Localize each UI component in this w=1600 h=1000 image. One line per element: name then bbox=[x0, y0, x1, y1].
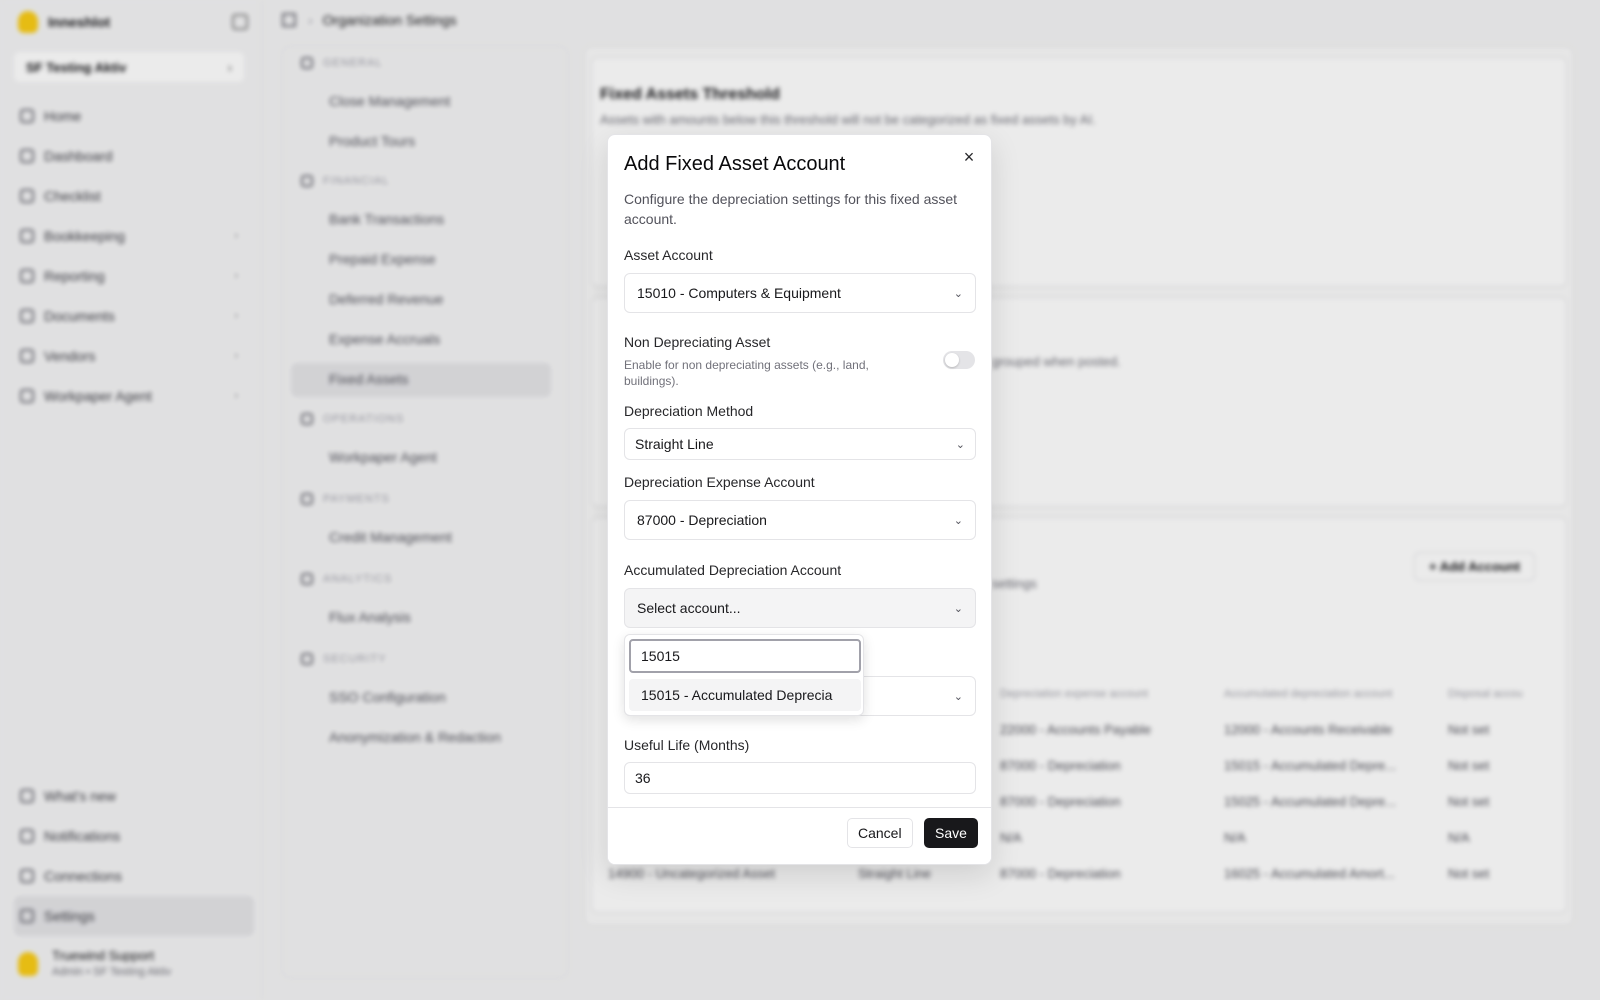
close-icon[interactable]: × bbox=[959, 147, 979, 167]
asset-account-value: 15010 - Computers & Equipment bbox=[637, 285, 841, 301]
chevron-down-icon: ⌄ bbox=[953, 690, 963, 703]
add-fixed-asset-dialog: Add Fixed Asset Account × Configure the … bbox=[607, 134, 992, 865]
non-depreciating-label: Non Depreciating Asset bbox=[624, 334, 771, 350]
dialog-description: Configure the depreciation settings for … bbox=[624, 191, 958, 227]
non-depreciating-toggle[interactable] bbox=[943, 351, 975, 369]
depreciation-expense-value: 87000 - Depreciation bbox=[637, 512, 767, 528]
chevron-down-icon: ⌄ bbox=[953, 602, 963, 615]
toggle-knob bbox=[945, 353, 959, 367]
dialog-footer: Cancel Save bbox=[608, 807, 991, 864]
account-search-popover: 15015 15015 - Accumulated Deprecia bbox=[624, 634, 864, 716]
cancel-button[interactable]: Cancel bbox=[847, 818, 913, 848]
dialog-title: Add Fixed Asset Account bbox=[624, 153, 846, 175]
depreciation-method-select[interactable]: Straight Line ⌄ bbox=[624, 428, 976, 460]
accumulated-depreciation-select[interactable]: Select account... ⌄ bbox=[624, 588, 976, 628]
useful-life-input[interactable]: 36 bbox=[624, 762, 976, 794]
depreciation-method-label: Depreciation Method bbox=[624, 403, 754, 419]
depreciation-expense-label: Depreciation Expense Account bbox=[624, 474, 815, 490]
non-depreciating-hint: Enable for non depreciating assets (e.g.… bbox=[624, 358, 869, 388]
asset-account-label: Asset Account bbox=[624, 247, 713, 263]
depreciation-expense-select[interactable]: 87000 - Depreciation ⌄ bbox=[624, 500, 976, 540]
useful-life-label: Useful Life (Months) bbox=[624, 737, 750, 753]
account-option[interactable]: 15015 - Accumulated Deprecia bbox=[629, 679, 861, 711]
save-button[interactable]: Save bbox=[924, 818, 978, 848]
chevron-down-icon: ⌄ bbox=[955, 438, 965, 451]
chevron-down-icon: ⌄ bbox=[953, 514, 963, 527]
accumulated-depreciation-placeholder: Select account... bbox=[637, 600, 741, 616]
account-search-input[interactable]: 15015 bbox=[629, 639, 861, 673]
chevron-down-icon: ⌄ bbox=[953, 287, 963, 300]
asset-account-select[interactable]: 15010 - Computers & Equipment ⌄ bbox=[624, 273, 976, 313]
accumulated-depreciation-label: Accumulated Depreciation Account bbox=[624, 562, 842, 578]
depreciation-method-value: Straight Line bbox=[635, 436, 714, 452]
